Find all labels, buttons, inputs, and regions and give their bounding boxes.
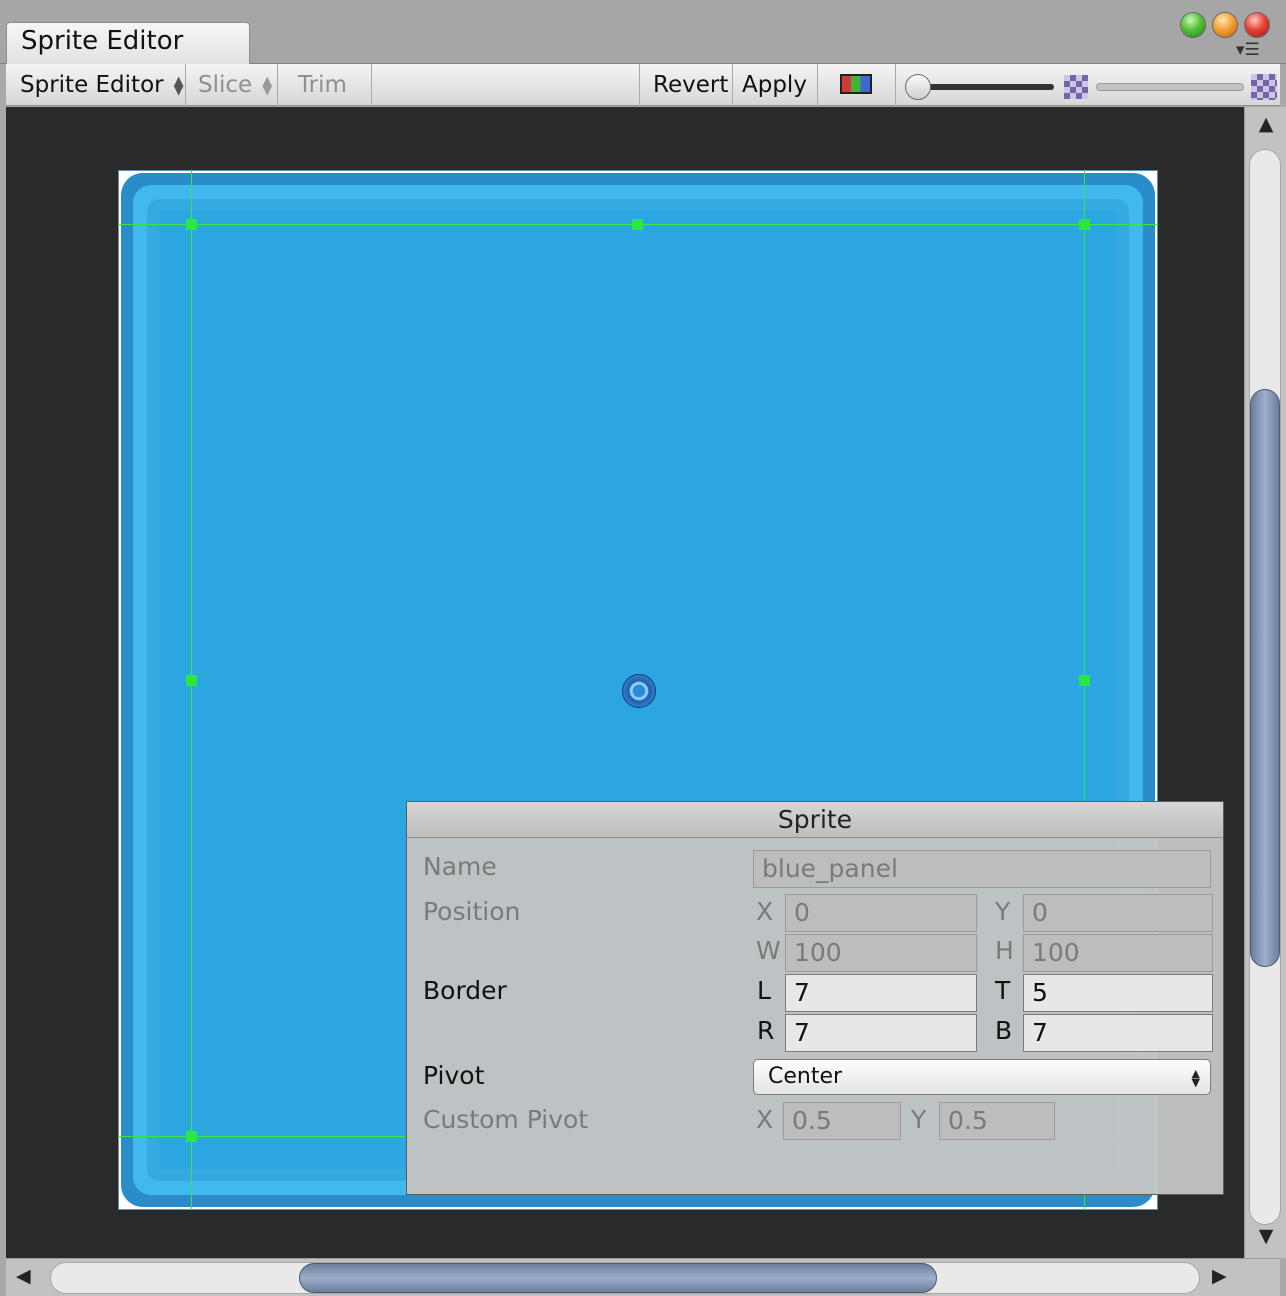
tab-sprite-editor[interactable]: Sprite Editor (6, 22, 250, 65)
pivot-dropdown[interactable]: Center ▲ ▼ (753, 1059, 1211, 1095)
pivot-label: Pivot (423, 1061, 485, 1090)
vertical-scrollbar[interactable]: ▲ ▼ (1244, 107, 1286, 1258)
position-w-field[interactable]: 100 (785, 934, 977, 972)
resize-handle-bottom-left[interactable] (186, 1131, 197, 1142)
close-light-icon[interactable] (1244, 12, 1270, 38)
custom-pivot-y-label: Y (911, 1105, 927, 1134)
position-label: Position (423, 897, 521, 926)
rgb-channels-icon (840, 74, 872, 94)
minimize-light-icon[interactable] (1212, 12, 1238, 38)
updown-arrows-icon: ▲ ▼ (1191, 1067, 1200, 1089)
border-right-field[interactable]: 7 (785, 1014, 977, 1052)
resize-handle-middle-left[interactable] (186, 675, 197, 686)
vertical-scroll-thumb[interactable] (1250, 389, 1280, 967)
name-label: Name (423, 852, 497, 881)
resize-handle-top-left[interactable] (186, 219, 197, 230)
tab-strip: Sprite Editor ▾☰ (0, 0, 1286, 65)
mip-slider[interactable] (1096, 83, 1244, 91)
trim-button[interactable]: Trim (278, 64, 372, 106)
scroll-right-arrow-icon[interactable]: ▶ (1212, 1265, 1227, 1287)
position-y-label: Y (995, 897, 1011, 926)
resize-handle-top-right[interactable] (1079, 219, 1090, 230)
horizontal-scroll-thumb[interactable] (299, 1263, 937, 1293)
editor-mode-dropdown[interactable]: Sprite Editor ▲ ▼ (6, 64, 186, 106)
zoom-slider-thumb[interactable] (905, 74, 931, 100)
custom-pivot-label: Custom Pivot (423, 1105, 589, 1134)
pivot-value: Center (768, 1064, 843, 1089)
scroll-up-arrow-icon[interactable]: ▲ (1245, 113, 1286, 135)
border-left-field[interactable]: 7 (785, 974, 977, 1012)
zoom-slider-track[interactable] (914, 84, 1054, 90)
position-y-field[interactable]: 0 (1023, 894, 1213, 932)
border-b-label: B (995, 1016, 1013, 1045)
custom-pivot-y-field[interactable]: 0.5 (939, 1102, 1055, 1140)
editor-mode-label: Sprite Editor (20, 72, 164, 98)
border-guide-left[interactable] (191, 170, 192, 1210)
border-label: Border (423, 976, 507, 1005)
maximize-light-icon[interactable] (1180, 12, 1206, 38)
position-w-label: W (756, 936, 781, 965)
border-t-label: T (995, 976, 1011, 1005)
resize-handle-middle-right[interactable] (1079, 675, 1090, 686)
border-r-label: R (757, 1016, 775, 1045)
position-x-label: X (756, 897, 774, 926)
color-channel-toggle[interactable] (818, 64, 896, 106)
toolbar: Sprite Editor ▲ ▼ Slice ▲ ▼ Trim Revert Appl… (6, 64, 1280, 106)
name-field[interactable]: blue_panel (753, 850, 1211, 888)
custom-pivot-x-field[interactable]: 0.5 (783, 1102, 901, 1140)
checker-icon (1251, 74, 1277, 100)
border-l-label: L (757, 976, 771, 1005)
scroll-left-arrow-icon[interactable]: ◀ (16, 1265, 31, 1287)
apply-button[interactable]: Apply (733, 64, 818, 106)
resize-handle-top-center[interactable] (632, 219, 643, 230)
checker-icon (1064, 75, 1088, 99)
sprite-canvas[interactable]: Sprite Name blue_panel Position X 0 Y 0 … (6, 107, 1244, 1258)
panel-title: Sprite (407, 802, 1223, 838)
slice-dropdown[interactable]: Slice ▲ ▼ (186, 64, 278, 106)
tab-menu-icon[interactable]: ▾☰ (1236, 42, 1260, 59)
position-x-field[interactable]: 0 (785, 894, 977, 932)
border-top-field[interactable]: 5 (1023, 974, 1213, 1012)
slice-label: Slice (198, 72, 253, 98)
scroll-down-arrow-icon[interactable]: ▼ (1245, 1225, 1286, 1247)
position-h-label: H (995, 936, 1014, 965)
custom-pivot-x-label: X (756, 1105, 774, 1134)
updown-arrows-icon: ▲ ▼ (262, 73, 273, 98)
horizontal-scrollbar[interactable]: ◀ ▶ (6, 1258, 1280, 1296)
revert-button[interactable]: Revert (639, 64, 733, 106)
sprite-editor-window: Sprite Editor ▾☰ Sprite Editor ▲ ▼ Slice ▲ ▼… (0, 0, 1286, 1296)
border-bottom-field[interactable]: 7 (1023, 1014, 1213, 1052)
updown-arrows-icon: ▲ ▼ (173, 73, 184, 98)
position-h-field[interactable]: 100 (1023, 934, 1213, 972)
sprite-inspector-panel: Sprite Name blue_panel Position X 0 Y 0 … (406, 801, 1224, 1195)
pivot-handle-icon[interactable] (622, 674, 656, 708)
